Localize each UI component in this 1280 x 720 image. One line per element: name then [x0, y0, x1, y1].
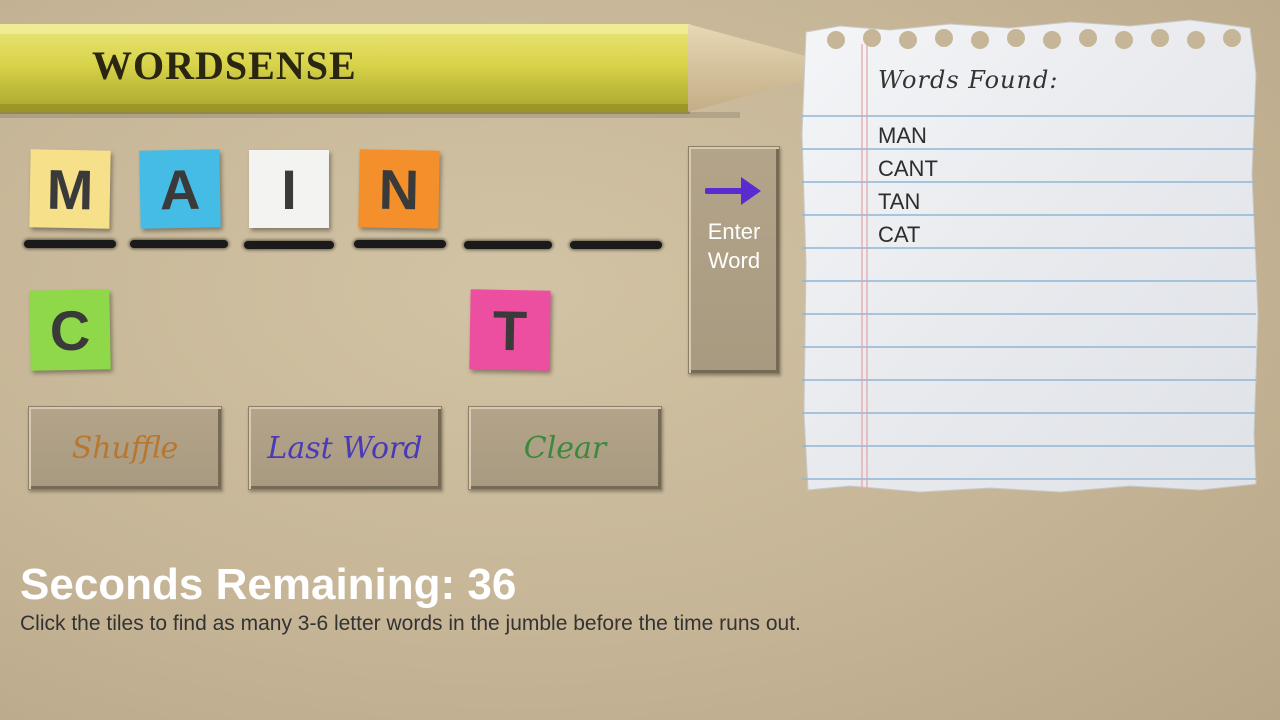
- selected-tile-i[interactable]: I: [249, 150, 329, 228]
- letter-slot-4: [354, 240, 446, 248]
- available-tile-c[interactable]: C: [29, 289, 111, 371]
- enter-label-line1: Enter: [707, 219, 761, 244]
- enter-word-button[interactable]: Enter Word: [688, 146, 780, 374]
- game-title: WORDSENSE: [92, 43, 357, 88]
- enter-label-line2: Word: [707, 248, 761, 273]
- seconds-value: 36: [467, 560, 517, 609]
- found-word: MAN: [878, 123, 927, 148]
- selected-tile-m[interactable]: M: [29, 149, 111, 229]
- tile-letter: T: [492, 298, 528, 362]
- found-word: TAN: [878, 189, 921, 214]
- enter-word-label: Enter Word: [689, 217, 779, 275]
- clear-label: Clear: [523, 430, 607, 466]
- shuffle-button[interactable]: Shuffle: [28, 406, 222, 490]
- last-word-label: Last Word: [267, 430, 423, 466]
- available-tile-t[interactable]: T: [469, 289, 551, 371]
- selected-tile-n[interactable]: N: [358, 149, 440, 229]
- tile-letter: C: [49, 298, 91, 362]
- letter-slot-3: [244, 241, 334, 249]
- letter-slot-2: [130, 240, 228, 248]
- found-word: CAT: [878, 222, 921, 247]
- seconds-label: Seconds Remaining:: [20, 560, 456, 609]
- shuffle-label: Shuffle: [71, 430, 179, 466]
- tile-letter: M: [46, 157, 94, 221]
- instructions-text: Click the tiles to find as many 3-6 lett…: [20, 612, 801, 635]
- arrow-right-icon: [705, 177, 761, 205]
- selected-tile-a[interactable]: A: [139, 149, 221, 229]
- letter-slot-5: [464, 241, 552, 249]
- letter-slot-6: [570, 241, 662, 249]
- seconds-remaining: Seconds Remaining: 36: [20, 560, 516, 610]
- last-word-button[interactable]: Last Word: [248, 406, 442, 490]
- letter-slot-1: [24, 240, 116, 248]
- words-found-title: Words Found:: [878, 66, 1059, 94]
- tile-letter: A: [159, 157, 201, 221]
- tile-letter: I: [281, 157, 297, 221]
- clear-button[interactable]: Clear: [468, 406, 662, 490]
- found-word: CANT: [878, 156, 938, 181]
- tile-letter: N: [378, 157, 420, 221]
